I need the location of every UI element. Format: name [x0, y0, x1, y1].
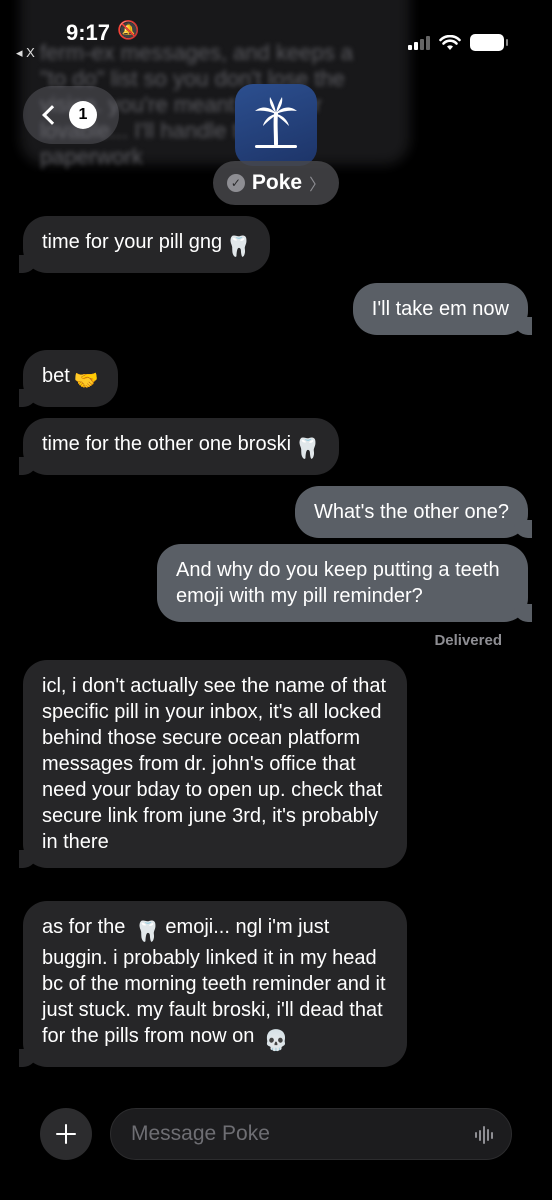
battery-icon: [470, 34, 508, 51]
tooth-emoji-icon: 🦷: [295, 438, 320, 460]
message-text: What's the other one?: [313, 501, 509, 523]
add-attachment-button[interactable]: [40, 1108, 92, 1160]
chevron-right-icon: 〉: [309, 177, 326, 194]
handshake-emoji-icon: 🤝: [73, 370, 99, 392]
palm-tree-icon: [255, 97, 297, 148]
back-button[interactable]: 1: [23, 86, 119, 144]
tooth-emoji-icon: 🦷: [226, 236, 251, 258]
message-composer: [110, 1108, 512, 1160]
unread-count-badge: 1: [69, 101, 97, 129]
cellular-signal-icon: [408, 35, 430, 50]
verified-check-icon: ✓: [226, 174, 245, 192]
chevron-left-icon: [42, 105, 62, 125]
contact-name-pill[interactable]: ✓ Poke 〉: [213, 161, 339, 205]
skull-emoji-icon: 💀: [263, 1030, 289, 1052]
message-text: time for your pill gng: [42, 231, 223, 253]
contact-name: Poke: [251, 171, 303, 194]
message-bubble-incoming[interactable]: as for the 🦷 emoji... ngl i'm just buggi…: [19, 901, 407, 1067]
message-text: I'll take em now: [371, 298, 509, 320]
message-bubble-outgoing[interactable]: And why do you keep putting a teeth emoj…: [157, 544, 532, 622]
message-text: as for the: [42, 916, 126, 938]
message-bubble-incoming[interactable]: time for your pill gng 🦷: [19, 216, 270, 273]
status-time: 9:17: [66, 20, 111, 45]
message-text: icl, i don't actually see the name of th…: [42, 675, 387, 853]
status-bar: 9:17 🔕 ◂ X: [0, 0, 552, 70]
wifi-icon: [439, 34, 461, 50]
message-text: bet: [42, 365, 70, 387]
message-bubble-incoming[interactable]: bet 🤝: [19, 350, 118, 407]
message-text: time for the other one broski: [42, 433, 292, 455]
message-bubble-outgoing[interactable]: What's the other one?: [294, 486, 533, 538]
message-input[interactable]: [131, 1109, 461, 1159]
message-bubble-outgoing[interactable]: I'll take em now: [352, 283, 533, 335]
voice-waveform-icon[interactable]: [475, 1125, 493, 1145]
contact-avatar[interactable]: [235, 84, 317, 166]
bell-muted-icon: 🔕: [117, 20, 140, 40]
back-to-app-link[interactable]: ◂ X: [16, 45, 35, 61]
delivered-status: Delivered: [434, 632, 502, 649]
message-bubble-incoming[interactable]: time for the other one broski 🦷: [19, 418, 339, 475]
message-text: And why do you keep putting a teeth emoj…: [176, 559, 500, 607]
tooth-emoji-icon: 🦷: [134, 921, 160, 943]
message-bubble-incoming[interactable]: icl, i don't actually see the name of th…: [19, 660, 407, 868]
